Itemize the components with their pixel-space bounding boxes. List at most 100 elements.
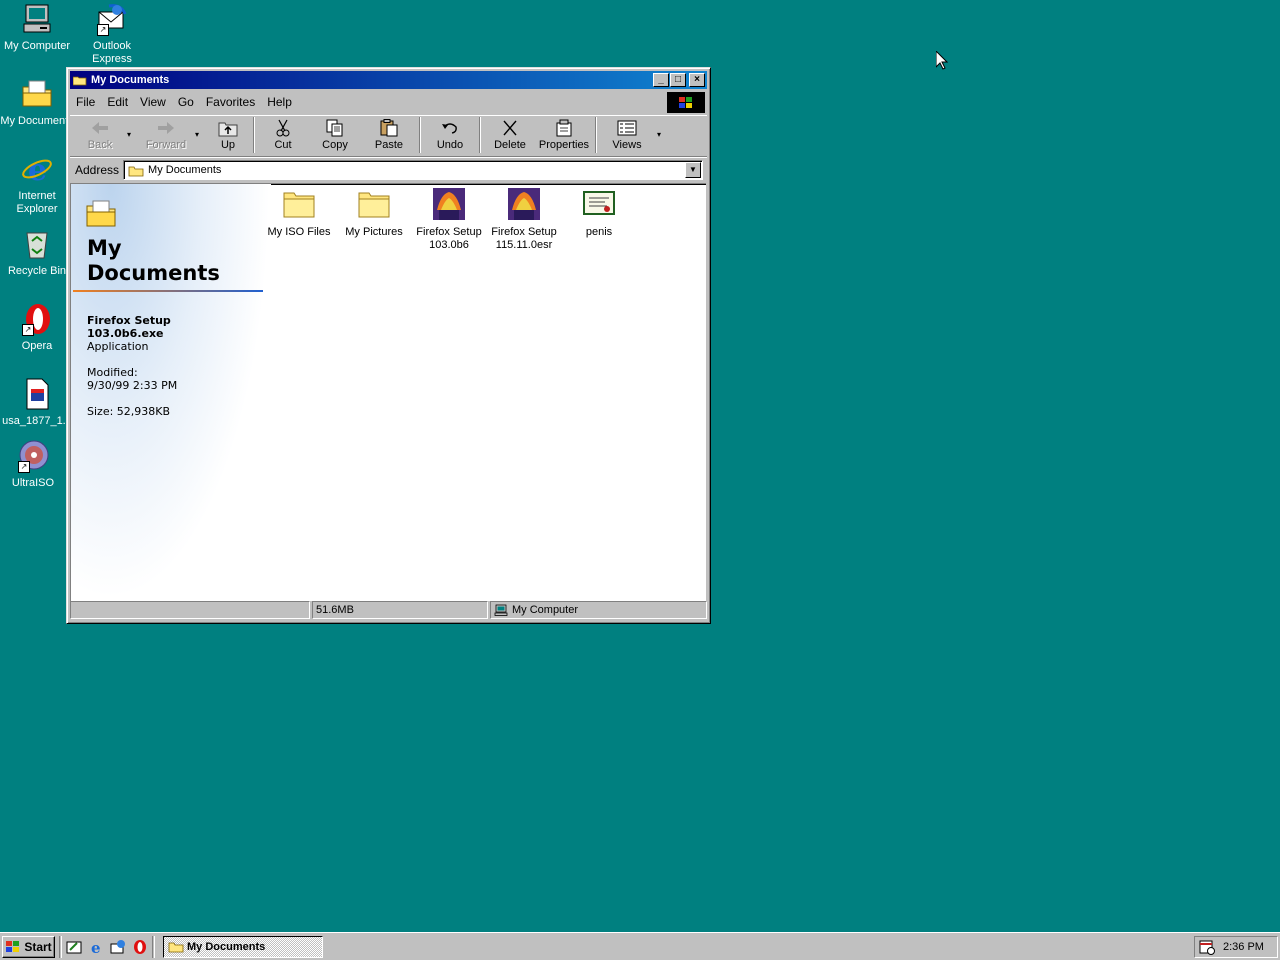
cut-button[interactable]: Cut bbox=[258, 116, 308, 154]
opera-icon[interactable] bbox=[132, 939, 148, 955]
delete-x-icon bbox=[500, 119, 520, 137]
internet-explorer-icon[interactable]: e bbox=[88, 939, 104, 957]
desktop-icon-my-computer[interactable]: My Computer bbox=[0, 2, 74, 53]
desktop-icon-usa-document[interactable]: usa_1877_1... bbox=[0, 377, 74, 428]
address-input[interactable]: My Documents ▼ bbox=[123, 160, 703, 180]
desktop-icon-internet-explorer[interactable]: e Internet Explorer bbox=[0, 152, 74, 216]
menu-view[interactable]: View bbox=[134, 95, 172, 109]
desktop-icon-label: My Documents bbox=[0, 115, 74, 127]
maximize-button[interactable]: □ bbox=[670, 73, 686, 87]
desktop-icon-outlook-express[interactable]: ↗ Outlook Express bbox=[75, 2, 149, 66]
window-titlebar[interactable]: My Documents _ □ × bbox=[70, 71, 707, 89]
desktop-icon-opera[interactable]: ↗ Opera bbox=[0, 302, 74, 353]
properties-button[interactable]: Properties bbox=[536, 116, 592, 154]
folder-icon bbox=[168, 940, 184, 953]
toolbar-separator bbox=[419, 117, 421, 153]
file-item-my-pictures[interactable]: My Pictures bbox=[338, 188, 410, 239]
menu-help[interactable]: Help bbox=[261, 95, 298, 109]
desktop-icon-label: UltraISO bbox=[11, 477, 55, 489]
show-desktop-icon[interactable] bbox=[66, 939, 82, 955]
delete-button[interactable]: Delete bbox=[484, 116, 536, 154]
toolbar-separator bbox=[253, 117, 255, 153]
views-dropdown-icon[interactable]: ▾ bbox=[654, 130, 664, 139]
selected-file-type: Application bbox=[87, 340, 149, 353]
webview-panel: My Documents Firefox Setup 103.0b6.exe A… bbox=[71, 184, 271, 601]
forward-dropdown-icon[interactable]: ▾ bbox=[192, 130, 202, 139]
file-item-firefox-setup-103[interactable]: Firefox Setup 103.0b6 bbox=[413, 188, 485, 252]
address-bar: Address My Documents ▼ bbox=[70, 157, 707, 182]
file-item-my-iso-files[interactable]: My ISO Files bbox=[263, 188, 335, 239]
copy-icon bbox=[325, 119, 345, 137]
paste-button[interactable]: Paste bbox=[362, 116, 416, 154]
file-label: Firefox Setup bbox=[491, 226, 557, 238]
desktop-icon-recycle-bin[interactable]: Recycle Bin bbox=[0, 227, 74, 278]
status-panel-size: 51.6MB bbox=[312, 601, 488, 619]
undo-label: Undo bbox=[436, 139, 464, 151]
cut-label: Cut bbox=[274, 139, 292, 151]
desktop-icon-label-line2: Explorer bbox=[16, 203, 58, 215]
close-button[interactable]: × bbox=[689, 73, 705, 87]
taskbar-separator bbox=[59, 935, 62, 958]
start-label: Start bbox=[24, 939, 52, 954]
desktop-icon-label-line2: Express bbox=[92, 53, 132, 65]
internet-explorer-icon: e bbox=[20, 152, 54, 188]
selected-file-name-line2: 103.0b6.exe bbox=[87, 327, 164, 340]
desktop-icon-label: usa_1877_1... bbox=[2, 415, 72, 427]
computer-icon bbox=[494, 604, 508, 616]
file-item-firefox-setup-115[interactable]: Firefox Setup 115.11.0esr bbox=[488, 188, 560, 252]
folder-content-pane[interactable]: My Documents Firefox Setup 103.0b6.exe A… bbox=[70, 183, 706, 601]
paste-icon bbox=[379, 119, 399, 137]
address-dropdown-button[interactable]: ▼ bbox=[685, 162, 701, 178]
menu-edit[interactable]: Edit bbox=[101, 95, 134, 109]
toolbar-separator bbox=[595, 117, 597, 153]
folder-icon bbox=[72, 74, 87, 86]
desktop-icon-label: Opera bbox=[21, 340, 53, 352]
opera-icon: ↗ bbox=[20, 302, 54, 336]
scheduler-icon[interactable] bbox=[1199, 939, 1215, 955]
desktop-icon-ultraiso[interactable]: ↗ UltraISO bbox=[0, 439, 70, 490]
shortcut-arrow-icon: ↗ bbox=[97, 24, 109, 36]
folder-icon bbox=[128, 164, 144, 177]
back-dropdown-icon[interactable]: ▾ bbox=[124, 130, 134, 139]
firefox-setup-icon bbox=[433, 188, 465, 220]
outlook-express-icon[interactable] bbox=[110, 939, 126, 955]
desktop-icon-my-documents[interactable]: My Documents bbox=[0, 77, 74, 128]
forward-arrow-icon bbox=[156, 119, 176, 137]
shortcut-arrow-icon: ↗ bbox=[22, 324, 34, 336]
desktop-icon-label: Internet bbox=[18, 190, 56, 202]
webview-divider bbox=[73, 290, 263, 292]
desktop-icon-label: My Computer bbox=[3, 40, 71, 52]
forward-button[interactable]: Forward bbox=[140, 116, 192, 154]
start-button[interactable]: Start bbox=[2, 935, 55, 958]
status-panel-zone: My Computer bbox=[490, 601, 707, 619]
menu-favorites[interactable]: Favorites bbox=[200, 95, 261, 109]
minimize-button[interactable]: _ bbox=[653, 73, 669, 87]
undo-button[interactable]: Undo bbox=[424, 116, 476, 154]
properties-label: Properties bbox=[538, 139, 590, 151]
document-icon bbox=[20, 377, 54, 411]
taskbar-button-my-documents[interactable]: My Documents bbox=[163, 935, 323, 958]
up-button[interactable]: Up bbox=[206, 116, 250, 154]
taskbar: Start e My Documents 2:36 PM bbox=[0, 932, 1280, 960]
system-tray: 2:36 PM bbox=[1194, 935, 1278, 958]
file-list: My ISO Files My Pictures Firefox Setup 1… bbox=[263, 184, 706, 601]
folder-icon bbox=[85, 198, 119, 231]
clock[interactable]: 2:36 PM bbox=[1223, 941, 1264, 953]
undo-icon bbox=[440, 119, 460, 137]
certificate-icon bbox=[583, 188, 615, 220]
menu-file[interactable]: File bbox=[70, 95, 101, 109]
views-button[interactable]: Views bbox=[600, 116, 654, 154]
webview-title: My Documents bbox=[87, 236, 220, 286]
scissors-icon bbox=[273, 119, 293, 137]
explorer-window[interactable]: My Documents _ □ × File Edit View Go Fav… bbox=[66, 67, 711, 624]
taskbar-separator bbox=[152, 935, 155, 958]
recycle-bin-icon bbox=[20, 227, 54, 261]
file-label: Firefox Setup bbox=[416, 226, 482, 238]
copy-label: Copy bbox=[322, 139, 348, 151]
copy-button[interactable]: Copy bbox=[308, 116, 362, 154]
desktop-icon-label: Outlook bbox=[93, 40, 131, 52]
back-button[interactable]: Back bbox=[76, 116, 124, 154]
file-item-certificate[interactable]: penis bbox=[563, 188, 635, 239]
outlook-express-icon: ↗ bbox=[95, 2, 129, 36]
menu-go[interactable]: Go bbox=[172, 95, 200, 109]
